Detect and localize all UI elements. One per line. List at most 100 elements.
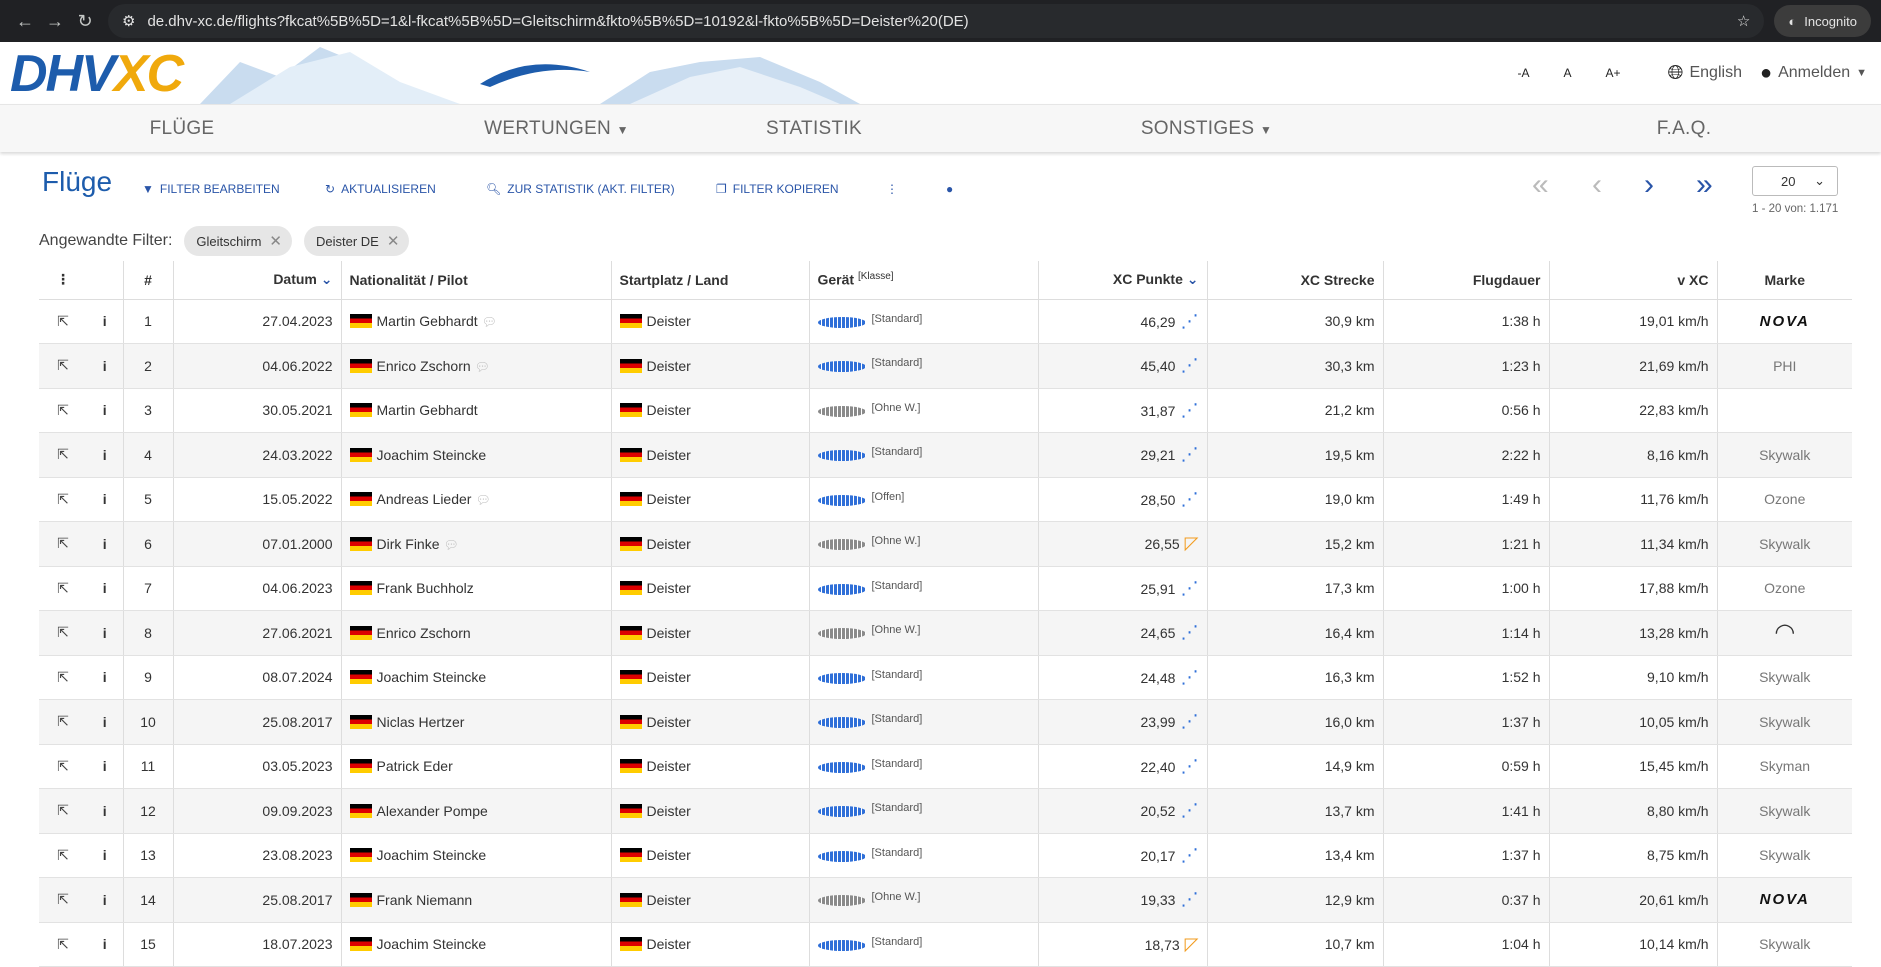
info-icon[interactable]: i	[87, 833, 124, 878]
open-flight-icon[interactable]: ⇱	[39, 388, 87, 433]
open-flight-icon[interactable]: ⇱	[39, 566, 87, 611]
open-flight-icon[interactable]: ⇱	[39, 922, 87, 967]
open-flight-icon[interactable]: ⇱	[39, 699, 87, 745]
comment-icon[interactable]: 💬︎	[475, 360, 490, 374]
pilot-cell[interactable]: Frank Niemann	[341, 877, 612, 923]
pilot-name[interactable]: Andreas Lieder	[377, 491, 472, 507]
triangle-route-icon[interactable]: ◸	[1180, 533, 1199, 553]
header-brand[interactable]: Marke	[1717, 261, 1852, 300]
info-icon[interactable]: i	[87, 744, 124, 789]
start-site[interactable]: Deister	[647, 847, 691, 863]
pilot-cell[interactable]: Joachim Steincke	[341, 655, 612, 700]
info-icon[interactable]: i	[87, 655, 124, 700]
nav-flights[interactable]: FLÜGE	[0, 118, 364, 140]
pilot-name[interactable]: Dirk Finke	[377, 536, 440, 552]
start-site[interactable]: Deister	[647, 313, 691, 329]
info-icon[interactable]: i	[87, 566, 124, 611]
pilot-cell[interactable]: Martin Gebhardt	[341, 388, 612, 433]
incognito-badge[interactable]: ◐ Incognito	[1774, 5, 1871, 37]
free-route-icon[interactable]: ⋰	[1175, 444, 1198, 464]
pilot-name[interactable]: Joachim Steincke	[377, 936, 487, 952]
forward-icon[interactable]: →	[40, 6, 70, 36]
back-icon[interactable]: ←	[10, 6, 40, 36]
pilot-cell[interactable]: Niclas Hertzer	[341, 699, 612, 745]
comment-icon[interactable]: 💬︎	[475, 493, 490, 507]
info-icon[interactable]: i	[87, 343, 124, 389]
pilot-cell[interactable]: Joachim Steincke	[341, 833, 612, 878]
filter-chip[interactable]: Gleitschirm ✕	[184, 226, 292, 256]
start-site[interactable]: Deister	[647, 669, 691, 685]
pilot-name[interactable]: Joachim Steincke	[377, 669, 487, 685]
more-menu-icon[interactable]: ⋮	[886, 182, 898, 196]
pilot-cell[interactable]: Joachim Steincke	[341, 922, 612, 967]
filter-chip[interactable]: Deister DE ✕	[304, 226, 410, 256]
free-route-icon[interactable]: ⋰	[1175, 400, 1198, 420]
free-route-icon[interactable]: ⋰	[1175, 756, 1198, 776]
header-speed[interactable]: v XC	[1549, 261, 1718, 300]
table-row[interactable]: ⇱ i 12 09.09.2023 Alexander Pompe Deister [Sta…	[39, 788, 1852, 834]
info-icon[interactable]: i	[87, 610, 124, 656]
table-row[interactable]: ⇱ i 5 15.05.2022 Andreas Lieder 💬︎ Deister [Off…	[39, 477, 1852, 522]
table-row[interactable]: ⇱ i 11 03.05.2023 Patrick Eder Deister [Standa…	[39, 744, 1852, 789]
table-row[interactable]: ⇱ i 10 25.08.2017 Niclas Hertzer Deister [Stan…	[39, 699, 1852, 745]
pilot-name[interactable]: Patrick Eder	[377, 758, 453, 774]
table-row[interactable]: ⇱ i 2 04.06.2022 Enrico Zschorn 💬︎ Deister [Sta…	[39, 343, 1852, 389]
pilot-cell[interactable]: Joachim Steincke	[341, 432, 612, 478]
pilot-name[interactable]: Enrico Zschorn	[377, 625, 471, 641]
table-row[interactable]: ⇱ i 4 24.03.2022 Joachim Steincke Deister [Sta…	[39, 432, 1852, 478]
info-icon[interactable]: i	[87, 922, 124, 967]
bookmark-star-icon[interactable]: ☆	[1737, 12, 1750, 30]
info-icon[interactable]: i	[87, 877, 124, 923]
pilot-name[interactable]: Joachim Steincke	[377, 847, 487, 863]
header-date[interactable]: Datum ⌄	[173, 261, 342, 300]
free-route-icon[interactable]: ⋰	[1175, 889, 1198, 909]
open-flight-icon[interactable]: ⇱	[39, 343, 87, 389]
pilot-name[interactable]: Frank Niemann	[377, 892, 473, 908]
pilot-cell[interactable]: Patrick Eder	[341, 744, 612, 789]
reload-icon[interactable]: ↻	[70, 6, 100, 36]
pilot-cell[interactable]: Martin Gebhardt 💬︎	[341, 299, 612, 344]
free-route-icon[interactable]: ⋰	[1175, 800, 1198, 820]
site-settings-icon[interactable]: ⚙	[122, 12, 135, 30]
start-site[interactable]: Deister	[647, 758, 691, 774]
last-page-icon[interactable]: »	[1696, 170, 1713, 200]
start-site[interactable]: Deister	[647, 580, 691, 596]
free-route-icon[interactable]: ⋰	[1175, 667, 1198, 687]
start-site[interactable]: Deister	[647, 714, 691, 730]
address-bar[interactable]: ⚙ de.dhv-xc.de/flights?fkcat%5B%5D=1&l-f…	[108, 4, 1765, 38]
pilot-cell[interactable]: Enrico Zschorn	[341, 610, 612, 656]
nav-misc[interactable]: SONSTIGES ▼	[879, 118, 1534, 140]
pilot-cell[interactable]: Andreas Lieder 💬︎	[341, 477, 612, 522]
pilot-cell[interactable]: Dirk Finke 💬︎	[341, 521, 612, 567]
info-icon[interactable]: i	[87, 388, 124, 433]
start-site[interactable]: Deister	[647, 402, 691, 418]
table-row[interactable]: ⇱ i 1 27.04.2023 Martin Gebhardt 💬︎ Deister [St…	[39, 299, 1852, 344]
open-flight-icon[interactable]: ⇱	[39, 299, 87, 344]
header-distance[interactable]: XC Strecke	[1207, 261, 1384, 300]
start-site[interactable]: Deister	[647, 447, 691, 463]
open-flight-icon[interactable]: ⇱	[39, 432, 87, 478]
info-icon[interactable]: i	[87, 521, 124, 567]
page-size-select[interactable]: 20 ⌄	[1752, 166, 1838, 196]
info-icon[interactable]: i	[87, 699, 124, 745]
nav-faq[interactable]: F.A.Q.	[1534, 118, 1834, 140]
language-switch[interactable]: 🌐︎ English	[1667, 62, 1741, 85]
free-route-icon[interactable]: ⋰	[1175, 578, 1198, 598]
start-site[interactable]: Deister	[647, 625, 691, 641]
help-icon[interactable]: ●	[946, 182, 953, 196]
table-row[interactable]: ⇱ i 7 04.06.2023 Frank Buchholz Deister [Stand…	[39, 566, 1852, 611]
start-site[interactable]: Deister	[647, 803, 691, 819]
info-icon[interactable]: i	[87, 788, 124, 834]
comment-icon[interactable]: 💬︎	[482, 315, 497, 329]
table-row[interactable]: ⇱ i 15 18.07.2023 Joachim Steincke Deister [St…	[39, 922, 1852, 967]
logo-banner[interactable]: DHVXC	[0, 42, 860, 104]
open-flight-icon[interactable]: ⇱	[39, 655, 87, 700]
nav-rankings[interactable]: WERTUNGEN ▼	[364, 118, 749, 140]
pilot-name[interactable]: Martin Gebhardt	[377, 402, 478, 418]
close-icon[interactable]: ✕	[269, 232, 282, 250]
info-icon[interactable]: i	[87, 299, 124, 344]
free-route-icon[interactable]: ⋰	[1175, 622, 1198, 642]
close-icon[interactable]: ✕	[387, 232, 400, 250]
header-device[interactable]: Gerät [Klasse]	[809, 261, 1039, 300]
pilot-name[interactable]: Martin Gebhardt	[377, 313, 478, 329]
